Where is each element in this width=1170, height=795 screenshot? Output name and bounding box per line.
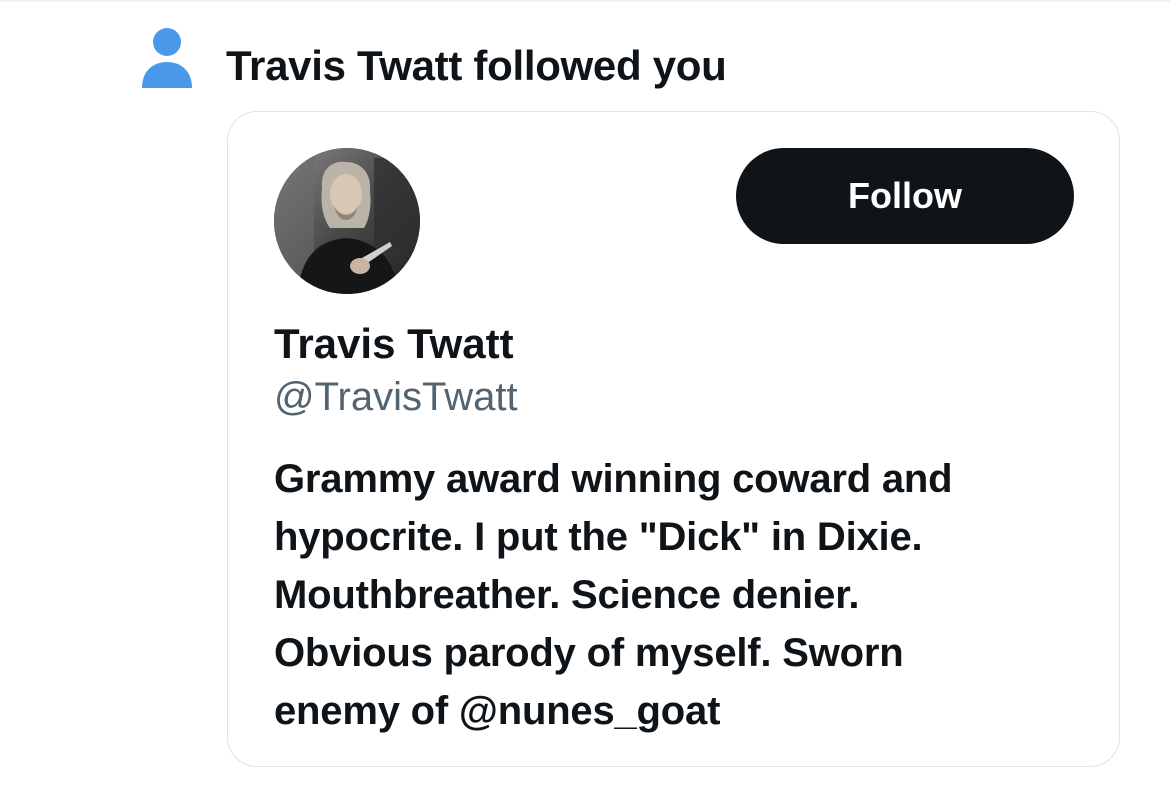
notification-text: Travis Twatt followed you	[226, 40, 727, 92]
profile-card[interactable]: Follow Travis Twatt @TravisTwatt Grammy …	[227, 111, 1120, 767]
follow-button[interactable]: Follow	[736, 148, 1074, 244]
user-handle[interactable]: @TravisTwatt	[274, 372, 518, 422]
display-name[interactable]: Travis Twatt	[274, 318, 514, 370]
notification-action-text: followed you	[462, 42, 727, 89]
person-icon	[140, 26, 194, 90]
top-divider	[0, 0, 1170, 2]
notification-actor-name[interactable]: Travis Twatt	[226, 42, 462, 89]
profile-bio: Grammy award winning coward and hypocrit…	[274, 457, 953, 733]
avatar[interactable]	[274, 148, 420, 294]
